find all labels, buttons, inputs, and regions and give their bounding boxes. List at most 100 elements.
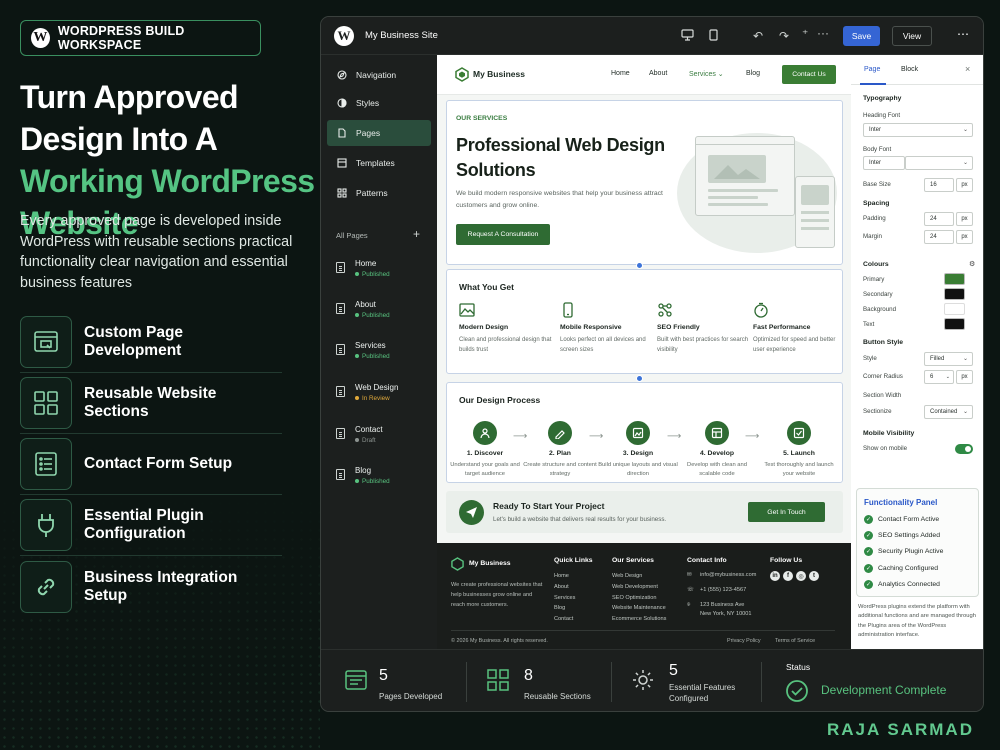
what-you-get-section[interactable]: What You Get Modern Design Clean and pro… xyxy=(446,269,843,374)
twitter-icon[interactable]: t xyxy=(809,571,819,581)
unit-select[interactable]: px xyxy=(956,230,973,244)
unit-select[interactable]: px xyxy=(956,178,973,192)
add-page-icon[interactable]: + xyxy=(413,227,420,241)
margin-input[interactable]: 24 xyxy=(924,230,954,244)
site-nav-services[interactable]: Services ⌄ xyxy=(689,70,724,78)
section-connector-handle[interactable] xyxy=(636,375,643,382)
facebook-icon[interactable]: f xyxy=(783,571,793,581)
stat-divider xyxy=(761,662,762,702)
footer-email[interactable]: ✉ info@mybusiness.com xyxy=(687,571,769,580)
options-menu-icon[interactable]: ⋯ xyxy=(957,27,969,41)
view-button[interactable]: View xyxy=(892,26,932,46)
redo-icon[interactable]: ↷ xyxy=(779,29,789,43)
step-title: 3. Design xyxy=(622,450,654,457)
hero-section[interactable]: OUR SERVICES Professional Web Design Sol… xyxy=(446,100,843,265)
unit-select[interactable]: px xyxy=(956,370,973,384)
editor-topbar: W My Business Site ↶ ↷ ⁺ ··· Save View ⋯ xyxy=(321,17,983,55)
feature-list: Custom Page Development Reusable Website… xyxy=(20,312,282,617)
site-nav-blog[interactable]: Blog xyxy=(746,70,760,77)
page-item[interactable]: About Published xyxy=(336,300,426,326)
settings-icon[interactable]: ⚙ xyxy=(969,260,975,268)
body-font-variant-select[interactable]: ⌄ xyxy=(905,156,973,170)
sidebar-item-templates[interactable]: Templates xyxy=(327,150,431,176)
functionality-item: ✓ Caching Configured xyxy=(864,564,939,573)
footer-link[interactable]: About xyxy=(554,582,593,593)
colour-label: Secondary xyxy=(863,291,893,298)
sidebar-item-styles[interactable]: Styles xyxy=(327,90,431,116)
undo-icon[interactable]: ↶ xyxy=(753,29,763,43)
footer-column-title: Quick Links xyxy=(554,557,593,564)
cta-band[interactable]: Ready To Start Your Project Let's build … xyxy=(446,491,843,533)
site-footer[interactable]: My Business We create professional websi… xyxy=(437,543,851,649)
footer-link[interactable]: SEO Optimization xyxy=(612,593,666,604)
request-consultation-button[interactable]: Request A Consultation xyxy=(456,224,550,245)
save-button[interactable]: Save xyxy=(843,26,880,46)
get-in-touch-button[interactable]: Get In Touch xyxy=(748,502,825,522)
site-brand[interactable]: My Business xyxy=(473,69,525,79)
sectionize-select[interactable]: Contained ⌄ xyxy=(924,405,973,419)
close-icon[interactable]: × xyxy=(965,64,970,74)
footer-link[interactable]: Blog xyxy=(554,603,593,614)
design-process-section[interactable]: Our Design Process 1. Discover Understan… xyxy=(446,382,843,483)
unit-select[interactable]: px xyxy=(956,212,973,226)
linkedin-icon[interactable]: in xyxy=(770,571,780,581)
footer-address: ⌾ 123 Business Ave New York, NY 10001 xyxy=(687,602,752,617)
tab-page[interactable]: Page xyxy=(864,66,880,73)
page-item[interactable]: Web Design In Review xyxy=(336,383,426,409)
page-item[interactable]: Home Published xyxy=(336,259,426,285)
instagram-icon[interactable]: ◎ xyxy=(796,571,806,581)
footer-link[interactable]: Contact xyxy=(554,614,593,625)
gear-icon xyxy=(633,670,653,690)
site-header[interactable]: My Business Home About Services ⌄ Blog C… xyxy=(437,55,851,95)
sidebar-item-pages[interactable]: Pages xyxy=(327,120,431,146)
process-step: 2. Plan Create structure and content str… xyxy=(520,421,600,479)
check-icon: ✓ xyxy=(864,531,873,540)
footer-link[interactable]: Services xyxy=(554,593,593,604)
primary-colour-swatch[interactable] xyxy=(944,273,965,285)
corner-radius-input[interactable]: 6 ⌄ xyxy=(924,370,954,384)
tab-block[interactable]: Block xyxy=(901,66,918,73)
button-style-select[interactable]: Filled ⌄ xyxy=(924,352,973,366)
step-desc: Create structure and content strategy xyxy=(523,462,597,477)
benefit-title: Modern Design xyxy=(459,324,509,331)
site-nav-home[interactable]: Home xyxy=(611,70,630,77)
body-font-select[interactable]: Inter xyxy=(863,156,905,170)
footer-phone[interactable]: ☏ +1 (555) 123-4567 xyxy=(687,586,769,595)
footer-link[interactable]: Ecommerce Solutions xyxy=(612,614,666,625)
text-colour-swatch[interactable] xyxy=(944,318,965,330)
chevron-down-icon: ⌄ xyxy=(962,160,968,166)
section-connector-handle[interactable] xyxy=(636,262,643,269)
editor-sidebar: Navigation Styles Pages Templates Patter… xyxy=(321,55,437,649)
site-nav-about[interactable]: About xyxy=(649,70,667,77)
mobile-preview-icon[interactable] xyxy=(709,29,718,44)
page-name: Blog xyxy=(355,466,372,475)
cta-title: Ready To Start Your Project xyxy=(493,501,605,511)
more-icon[interactable]: ··· xyxy=(817,26,829,40)
padding-input[interactable]: 24 xyxy=(924,212,954,226)
terms-link[interactable]: Terms of Service xyxy=(775,638,815,644)
footer-link[interactable]: Website Maintenance xyxy=(612,603,666,614)
wordpress-logo-icon[interactable]: W xyxy=(334,25,354,46)
footer-link[interactable]: Web Development xyxy=(612,582,666,593)
sidebar-item-navigation[interactable]: Navigation xyxy=(327,62,431,88)
stat-label: Essential Features Configured xyxy=(669,683,736,703)
show-on-mobile-toggle[interactable] xyxy=(955,444,973,454)
base-size-input[interactable]: 16 xyxy=(924,178,954,192)
heading-font-select[interactable]: Inter ⌄ xyxy=(863,123,973,137)
footer-link[interactable]: Web Design xyxy=(612,571,666,582)
arrow-right-icon: ⟶ xyxy=(745,431,760,442)
mobile-visibility-heading: Mobile Visibility xyxy=(863,430,915,437)
tools-icon[interactable]: ⁺ xyxy=(802,27,808,41)
contact-us-button[interactable]: Contact Us xyxy=(782,65,836,84)
step-title: 4. Develop xyxy=(700,450,734,457)
page-item[interactable]: Blog Published xyxy=(336,466,426,492)
privacy-link[interactable]: Privacy Policy xyxy=(727,638,761,644)
background-colour-swatch[interactable] xyxy=(944,303,965,315)
footer-link[interactable]: Home xyxy=(554,571,593,582)
desktop-preview-icon[interactable] xyxy=(681,29,694,44)
check-icon: ✓ xyxy=(864,580,873,589)
sidebar-item-patterns[interactable]: Patterns xyxy=(327,180,431,206)
secondary-colour-swatch[interactable] xyxy=(944,288,965,300)
page-item[interactable]: Contact Draft xyxy=(336,425,426,451)
page-item[interactable]: Services Published xyxy=(336,341,426,367)
